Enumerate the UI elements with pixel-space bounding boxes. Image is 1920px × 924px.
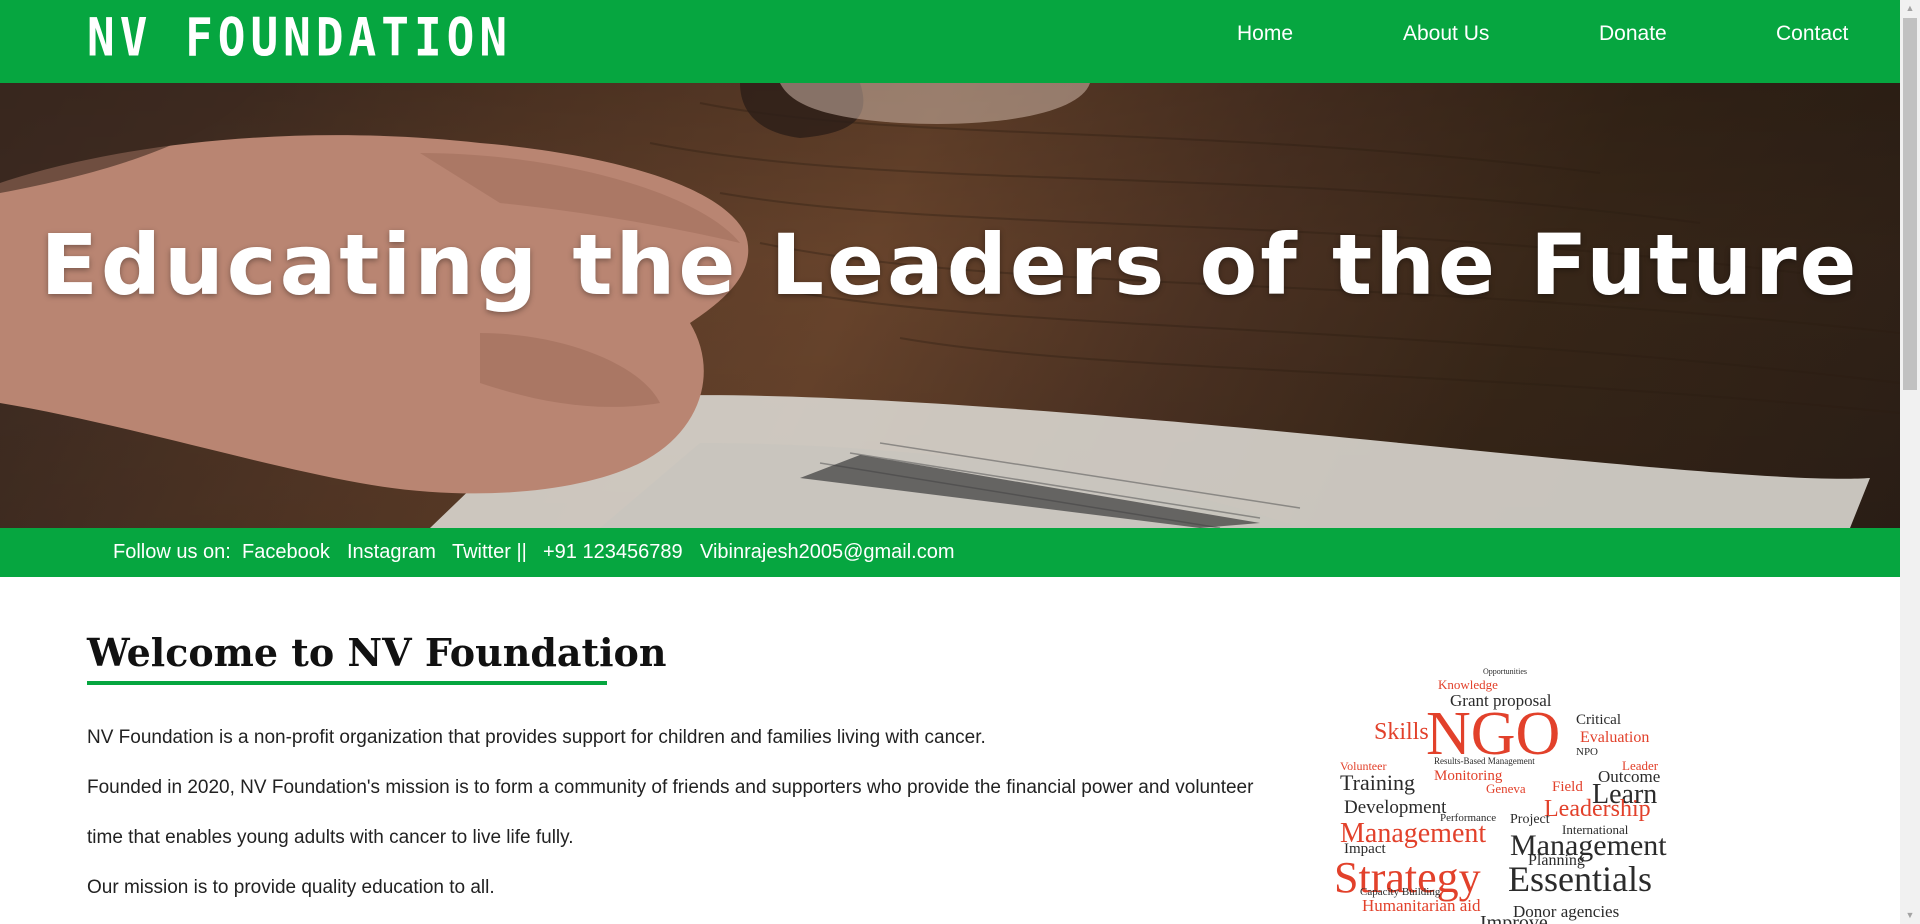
follow-label: Follow us on: [113, 541, 231, 563]
cloud-word: Evaluation [1580, 729, 1650, 746]
nav-about-link[interactable]: About Us [1403, 22, 1489, 46]
scrollbar-thumb[interactable] [1903, 18, 1917, 390]
email-link[interactable]: Vibinrajesh2005@gmail.com [700, 541, 955, 564]
cloud-word: Critical [1576, 712, 1621, 728]
site-logo[interactable]: NV FOUNDATION [87, 6, 512, 68]
site-header: NV FOUNDATION Home About Us Donate Conta… [0, 0, 1900, 83]
cloud-word: Skills [1374, 719, 1429, 745]
cloud-word: Performance [1440, 812, 1497, 824]
phone-number: +91 123456789 [543, 541, 683, 563]
cloud-word: Capacity Building [1360, 886, 1441, 898]
cloud-word: Opportunities [1483, 667, 1527, 676]
cloud-word: Geneva [1486, 781, 1526, 796]
cloud-word: Volunteer [1340, 759, 1387, 773]
intro-paragraph: NV Foundation is a non-profit organizati… [87, 727, 986, 748]
instagram-link[interactable]: Instagram [347, 541, 436, 564]
cloud-word: Essentials [1508, 859, 1652, 899]
cloud-word: Development [1344, 797, 1447, 818]
cloud-word: NPO [1576, 746, 1599, 758]
hero-banner: Educating the Leaders of the Future [0, 83, 1900, 528]
nav-home-link[interactable]: Home [1237, 22, 1293, 46]
facebook-link[interactable]: Facebook [242, 541, 330, 564]
nav-donate-link[interactable]: Donate [1599, 22, 1667, 46]
ngo-word-cloud-image: Opportunities Knowledge Grant proposal S… [1330, 665, 1670, 924]
cloud-word: Training [1340, 770, 1415, 795]
cloud-word: Impact [1344, 841, 1386, 857]
scroll-down-arrow-icon[interactable]: ▼ [1900, 907, 1920, 924]
hero-title: Educating the Leaders of the Future [40, 216, 1860, 314]
cloud-word: Humanitarian aid [1362, 896, 1481, 915]
founded-paragraph-line-2: time that enables young adults with canc… [87, 827, 574, 848]
scroll-up-arrow-icon[interactable]: ▲ [1900, 0, 1920, 17]
founded-paragraph-line-1: Founded in 2020, NV Foundation's mission… [87, 777, 1254, 798]
twitter-link[interactable]: Twitter || [452, 541, 527, 564]
social-contact-bar: Follow us on: Facebook Instagram Twitter… [0, 528, 1900, 577]
page: NV FOUNDATION Home About Us Donate Conta… [0, 0, 1900, 924]
mission-paragraph: Our mission is to provide quality educat… [87, 877, 495, 898]
page-scrollbar[interactable]: ▲ ▼ [1900, 0, 1920, 924]
heading-underline [87, 681, 607, 685]
cloud-word: Improve [1480, 912, 1548, 924]
nav-contact-link[interactable]: Contact [1776, 22, 1848, 46]
cloud-word: Project [1510, 812, 1550, 827]
cloud-word: Results-Based Management [1434, 756, 1535, 766]
welcome-heading: Welcome to NV Foundation [87, 630, 667, 675]
cloud-word: Leadership [1544, 796, 1651, 822]
cloud-word: Knowledge [1438, 677, 1498, 692]
cloud-word: Field [1552, 779, 1583, 795]
